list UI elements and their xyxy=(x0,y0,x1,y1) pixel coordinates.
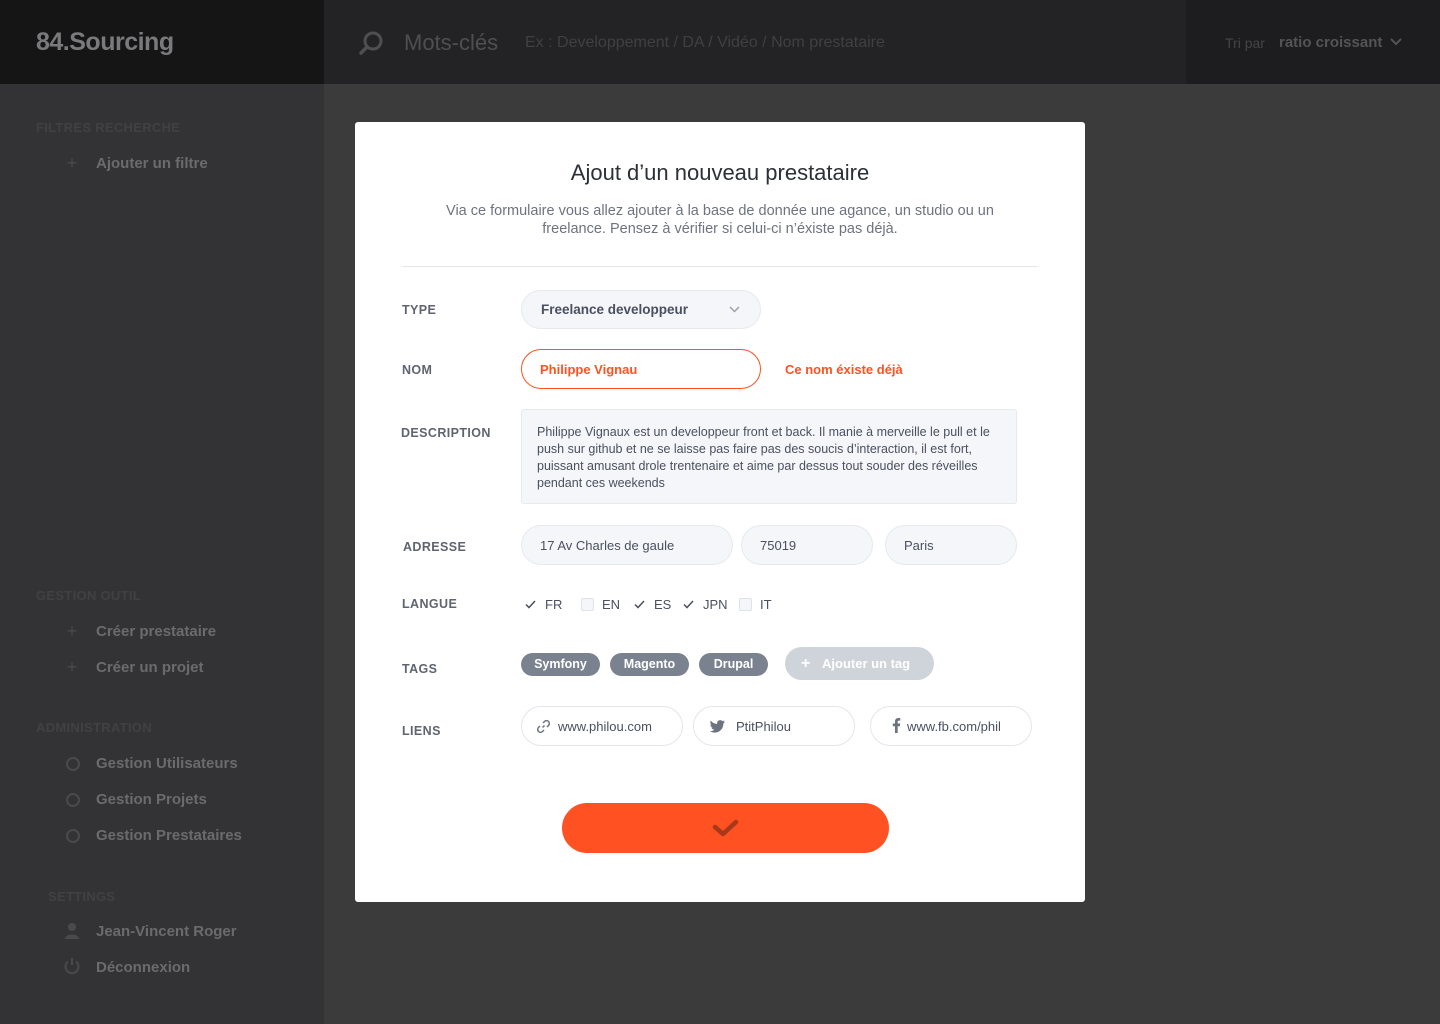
sidebar-item-create-provider[interactable]: Créer prestataire xyxy=(96,623,216,640)
name-input[interactable] xyxy=(521,349,761,389)
lang-checkbox-jpn[interactable]: JPN xyxy=(682,597,728,612)
description-textarea[interactable]: Philippe Vignaux est un developpeur fron… xyxy=(521,409,1017,504)
lang-label-en: EN xyxy=(602,597,621,612)
check-icon xyxy=(683,600,694,609)
twitter-link-field[interactable]: PtitPhilou xyxy=(693,706,855,746)
lang-label-fr: FR xyxy=(545,597,563,612)
address-zip-input[interactable] xyxy=(741,525,873,565)
website-link-field[interactable]: www.philou.com xyxy=(521,706,683,746)
power-icon xyxy=(64,958,80,975)
lang-checkbox-fr[interactable]: FR xyxy=(524,597,562,612)
type-select-value: Freelance developpeur xyxy=(541,302,689,317)
app-logo[interactable]: 84.Sourcing xyxy=(36,28,174,57)
sidebar-item-logout[interactable]: Déconnexion xyxy=(96,959,190,976)
check-icon xyxy=(712,819,739,837)
tags-label: TAGS xyxy=(402,662,438,676)
checkbox-checked[interactable] xyxy=(524,598,537,611)
circle-icon xyxy=(66,757,80,771)
address-label: ADRESSE xyxy=(403,540,467,554)
add-tag-label: Ajouter un tag xyxy=(822,656,911,671)
circle-icon xyxy=(66,793,80,807)
sidebar-section-filters: FILTRES RECHERCHE xyxy=(36,120,181,135)
plus-icon: + xyxy=(66,621,78,641)
address-city-input[interactable] xyxy=(885,525,1017,565)
lang-checkbox-es[interactable]: ES xyxy=(633,597,671,612)
search-input[interactable] xyxy=(525,34,1125,52)
add-tag-button[interactable]: + Ajouter un tag xyxy=(785,647,934,680)
type-select[interactable]: Freelance developpeur xyxy=(521,290,761,329)
type-label: TYPE xyxy=(402,303,437,317)
sidebar-item-create-project[interactable]: Créer un projet xyxy=(96,659,204,676)
lang-label-es: ES xyxy=(654,597,672,612)
sidebar-section-tools: GESTION OUTIL xyxy=(36,588,142,603)
lang-label-it: IT xyxy=(760,597,772,612)
circle-icon xyxy=(66,829,80,843)
tag-chip[interactable]: Magento xyxy=(610,653,689,676)
check-icon xyxy=(525,600,536,609)
lang-checkbox-it[interactable]: IT xyxy=(739,597,772,612)
lang-checkbox-en[interactable]: EN xyxy=(581,597,620,612)
twitter-link-value: PtitPhilou xyxy=(736,719,791,734)
chevron-down-icon[interactable] xyxy=(1390,38,1402,46)
sidebar-section-settings: SETTINGS xyxy=(48,889,116,904)
facebook-icon xyxy=(892,718,901,733)
search-label: Mots-clés xyxy=(404,30,499,55)
sidebar-item-add-filter[interactable]: Ajouter un filtre xyxy=(96,155,208,172)
lang-label-jpn: JPN xyxy=(703,597,728,612)
website-link-value: www.philou.com xyxy=(558,719,652,734)
check-icon xyxy=(634,600,645,609)
modal-description: Via ce formulaire vous allez ajouter à l… xyxy=(446,203,994,237)
sidebar-item-user[interactable]: Jean-Vincent Roger xyxy=(96,923,237,940)
checkbox-checked[interactable] xyxy=(682,598,695,611)
sidebar-item-projects[interactable]: Gestion Projets xyxy=(96,791,207,808)
description-label: DESCRIPTION xyxy=(401,426,491,440)
facebook-link-value: www.fb.com/phil xyxy=(907,719,1001,734)
twitter-icon xyxy=(710,720,725,733)
sort-label: Tri par xyxy=(1225,35,1265,51)
plus-icon: + xyxy=(801,655,811,672)
language-label: LANGUE xyxy=(402,597,458,611)
address-street-input[interactable] xyxy=(521,525,733,565)
checkbox-checked[interactable] xyxy=(633,598,646,611)
plus-icon: + xyxy=(66,657,78,677)
divider xyxy=(402,266,1038,267)
tag-chip[interactable]: Drupal xyxy=(699,653,768,676)
modal-title: Ajout d’un nouveau prestataire xyxy=(570,160,870,185)
checkbox-unchecked[interactable] xyxy=(581,598,594,611)
search-icon xyxy=(359,31,383,55)
link-icon xyxy=(536,719,551,734)
chevron-down-icon xyxy=(729,306,740,313)
name-error-message: Ce nom éxiste déjà xyxy=(785,362,903,377)
sidebar-item-users[interactable]: Gestion Utilisateurs xyxy=(96,755,238,772)
add-provider-modal: Ajout d’un nouveau prestataire Via ce fo… xyxy=(355,122,1085,902)
plus-icon: + xyxy=(66,153,78,173)
user-icon xyxy=(65,923,79,939)
submit-button[interactable] xyxy=(562,803,889,853)
sidebar xyxy=(0,0,324,1024)
logo-bar: 84.Sourcing xyxy=(0,0,324,84)
sort-value[interactable]: ratio croissant xyxy=(1279,34,1382,51)
sidebar-section-admin: ADMINISTRATION xyxy=(36,720,152,735)
facebook-link-field[interactable]: www.fb.com/phil xyxy=(870,706,1032,746)
tag-chip[interactable]: Symfony xyxy=(521,653,600,676)
checkbox-unchecked[interactable] xyxy=(739,598,752,611)
sidebar-item-providers[interactable]: Gestion Prestataires xyxy=(96,827,242,844)
name-label: NOM xyxy=(402,363,433,377)
links-label: LIENS xyxy=(402,724,441,738)
